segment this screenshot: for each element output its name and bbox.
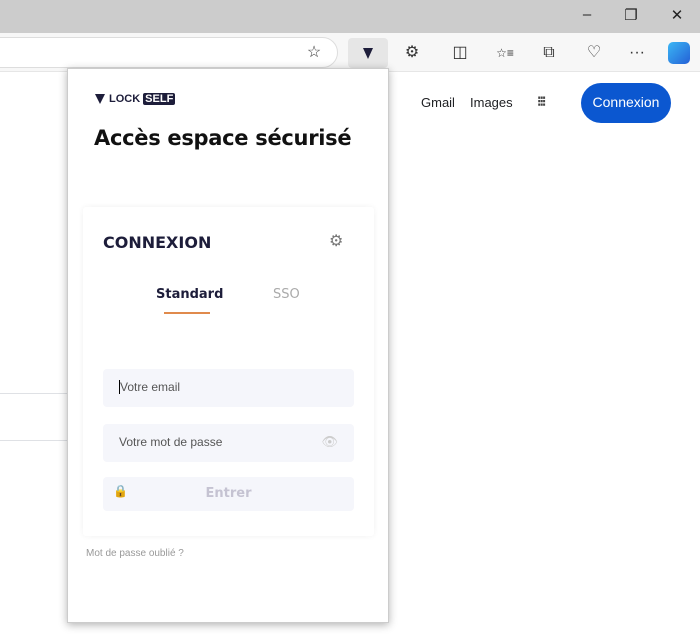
address-bar[interactable]: ☆ (0, 37, 338, 68)
settings-gears-icon[interactable]: ⚙ (329, 231, 343, 251)
images-link[interactable]: Images (470, 95, 513, 110)
lockself-popup: LOCK SELF Accès espace sécurisé CONNEXION… (67, 68, 389, 623)
gmail-link[interactable]: Gmail (421, 95, 455, 110)
extensions-icon[interactable]: ⚙ (401, 42, 423, 64)
email-input[interactable]: Votre email (103, 369, 354, 407)
tab-standard[interactable]: Standard (156, 287, 223, 302)
active-tab-indicator (164, 312, 210, 314)
google-search-box[interactable] (0, 393, 70, 441)
password-input[interactable]: Votre mot de passe 👁 (103, 424, 354, 462)
google-signin-button[interactable]: Connexion (581, 83, 671, 123)
show-password-eye-icon[interactable]: 👁 (321, 434, 338, 450)
restore-button[interactable]: ❐ (616, 6, 646, 24)
favorites-icon[interactable]: ☆≡ (494, 42, 516, 64)
close-button[interactable]: ✕ (662, 6, 692, 24)
lockself-shield-icon (95, 94, 105, 104)
card-title: CONNEXION (103, 233, 212, 252)
title-bar: – ❐ ✕ (0, 0, 700, 33)
more-menu-icon[interactable]: ··· (626, 42, 648, 64)
submit-label: Entrer (205, 486, 252, 501)
forgot-password-link[interactable]: Mot de passe oublié ? (86, 548, 184, 559)
logo-text-self: SELF (143, 93, 176, 105)
split-screen-icon[interactable]: ◫ (449, 42, 471, 64)
minimize-button[interactable]: – (572, 6, 602, 23)
lockself-extension-button[interactable] (348, 38, 388, 68)
lockself-logo: LOCK SELF (94, 93, 176, 105)
password-placeholder: Votre mot de passe (119, 435, 223, 449)
tab-sso[interactable]: SSO (273, 287, 300, 302)
browser-essentials-icon[interactable]: ♡ (583, 42, 605, 64)
lock-icon: 🔒 (113, 484, 128, 498)
favorite-star-icon[interactable]: ☆ (303, 42, 325, 64)
apps-icon[interactable]: ⁝⁝⁝ (537, 93, 546, 110)
submit-button[interactable]: 🔒 Entrer (103, 477, 354, 511)
page-title: Accès espace sécurisé (94, 126, 352, 150)
login-card: CONNEXION ⚙ Standard SSO Votre email Vot… (83, 207, 374, 536)
copilot-icon[interactable] (668, 42, 690, 64)
lockself-icon (363, 48, 373, 59)
collections-icon[interactable]: ⧉ (538, 42, 560, 64)
logo-text-lock: LOCK (109, 93, 141, 105)
email-placeholder: Votre email (119, 380, 181, 394)
